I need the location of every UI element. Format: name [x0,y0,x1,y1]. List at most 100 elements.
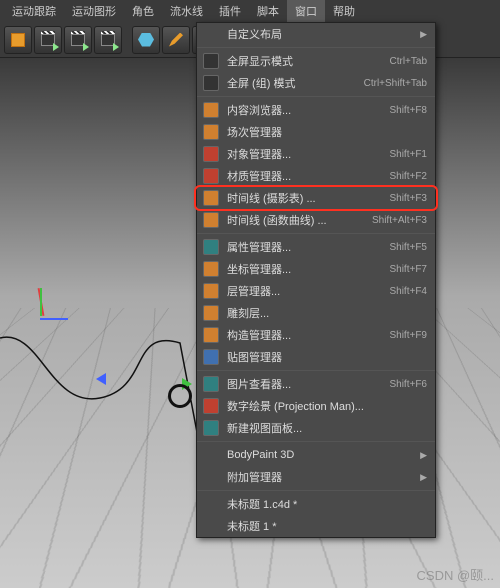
menu-help[interactable]: 帮助 [325,0,363,22]
menu-item-label: 图片查看器... [227,376,381,392]
menu-item-icon [203,376,219,392]
menu-item-icon [203,518,219,534]
menu-item--[interactable]: 属性管理器... Shift+F5 [197,236,435,258]
menu-item-label: 内容浏览器... [227,102,381,118]
tool-render-settings[interactable] [64,26,92,54]
menu-item-label: BodyPaint 3D [227,449,412,461]
watermark: CSDN @颐... [417,565,494,584]
menu-item--1-c4d-[interactable]: 未标题 1.c4d * [197,493,435,515]
menu-item--[interactable]: 层管理器... Shift+F4 [197,280,435,302]
menu-item-icon [203,469,219,485]
menu-item-label: 雕刻层... [227,305,427,321]
menu-item-icon [203,53,219,69]
menu-item-icon [203,349,219,365]
menu-window[interactable]: 窗口 [287,0,325,22]
menu-item--[interactable]: 坐标管理器... Shift+F7 [197,258,435,280]
menu-item-icon [203,261,219,277]
menu-item-label: 层管理器... [227,283,381,299]
menu-item--[interactable]: 材质管理器... Shift+F2 [197,165,435,187]
menu-item-shortcut: Shift+F1 [389,149,427,160]
menu-item-label: 对象管理器... [227,146,381,162]
menu-item--[interactable]: 内容浏览器... Shift+F8 [197,99,435,121]
menu-item--[interactable]: 时间线 (函数曲线) ... Shift+Alt+F3 [197,209,435,231]
menu-item-label: 材质管理器... [227,168,381,184]
menu-item-icon [203,75,219,91]
menu-item-label: 未标题 1.c4d * [227,496,427,512]
menu-plugins[interactable]: 插件 [211,0,249,22]
menu-item-icon [203,398,219,414]
menu-item-bodypaint-3d[interactable]: BodyPaint 3D ▶ [197,444,435,466]
menu-item--[interactable]: 附加管理器 ▶ [197,466,435,488]
menu-item-icon [203,305,219,321]
menu-item-icon [203,496,219,512]
menu-item-label: 场次管理器 [227,124,427,140]
menu-item--[interactable]: 对象管理器... Shift+F1 [197,143,435,165]
menu-item-label: 时间线 (摄影表) ... [227,190,381,206]
menu-item--projection-man-[interactable]: 数字绘景 (Projection Man)... [197,395,435,417]
menu-item-label: 贴图管理器 [227,349,427,365]
menu-item-label: 构造管理器... [227,327,381,343]
tool-picture-viewer[interactable] [94,26,122,54]
menu-item-label: 自定义布局 [227,26,412,42]
menu-item-shortcut: Ctrl+Tab [389,56,427,67]
menu-item-shortcut: Shift+F9 [389,330,427,341]
menu-item-icon [203,190,219,206]
menu-item-icon [203,283,219,299]
menu-item-icon [203,447,219,463]
menu-item-icon [203,239,219,255]
menu-item-label: 属性管理器... [227,239,381,255]
menu-item--[interactable]: 雕刻层... [197,302,435,324]
menu-item-shortcut: Shift+F6 [389,379,427,390]
menu-item--[interactable]: 图片查看器... Shift+F6 [197,373,435,395]
menu-item-label: 附加管理器 [227,469,412,485]
tool-render[interactable] [4,26,32,54]
menu-item-icon [203,26,219,42]
menu-item--[interactable]: 贴图管理器 [197,346,435,368]
menu-item--1-[interactable]: 未标题 1 * [197,515,435,537]
menu-item-label: 数字绘景 (Projection Man)... [227,398,427,414]
menu-item-shortcut: Shift+F4 [389,286,427,297]
menu-item-label: 全屏显示模式 [227,53,381,69]
tool-primitive[interactable] [132,26,160,54]
menu-item-icon [203,212,219,228]
menu-character[interactable]: 角色 [124,0,162,22]
menu-item-shortcut: Shift+F3 [389,193,427,204]
menu-item-label: 坐标管理器... [227,261,381,277]
menu-item-shortcut: Shift+F8 [389,105,427,116]
menu-item--[interactable]: 新建视图面板... [197,417,435,439]
menu-item-shortcut: Shift+F5 [389,242,427,253]
menu-item-icon [203,327,219,343]
menu-item-shortcut: Shift+F7 [389,264,427,275]
menu-mograph[interactable]: 运动图形 [64,0,124,22]
menu-item-icon [203,124,219,140]
axis-z-arrow [96,373,106,385]
menu-item-label: 未标题 1 * [227,518,427,534]
submenu-arrow-icon: ▶ [420,450,427,461]
menu-item-icon [203,420,219,436]
menu-item-shortcut: Shift+Alt+F3 [372,215,427,226]
menu-scripts[interactable]: 脚本 [249,0,287,22]
menu-item--[interactable]: 场次管理器 [197,121,435,143]
menu-item-label: 时间线 (函数曲线) ... [227,212,364,228]
menu-item--[interactable]: 全屏显示模式 Ctrl+Tab [197,50,435,72]
tool-render-region[interactable] [34,26,62,54]
menu-item-icon [203,168,219,184]
window-menu-dropdown: 自定义布局 ▶ 全屏显示模式 Ctrl+Tab 全屏 (组) 模式 Ctrl+Shift+… [196,22,436,538]
menu-item-label: 新建视图面板... [227,420,427,436]
menu-item--[interactable]: 全屏 (组) 模式 Ctrl+Shift+Tab [197,72,435,94]
menu-item-shortcut: Ctrl+Shift+Tab [364,78,427,89]
menu-item-shortcut: Shift+F2 [389,171,427,182]
tool-pen[interactable] [162,26,190,54]
menu-pipeline[interactable]: 流水线 [162,0,211,22]
menu-item-label: 全屏 (组) 模式 [227,75,356,91]
menu-item-icon [203,102,219,118]
submenu-arrow-icon: ▶ [420,29,427,40]
menu-item--[interactable]: 构造管理器... Shift+F9 [197,324,435,346]
menu-item--[interactable]: 时间线 (摄影表) ... Shift+F3 [197,187,435,209]
menubar: 运动跟踪 运动图形 角色 流水线 插件 脚本 窗口 帮助 [0,0,500,22]
menu-item-icon [203,146,219,162]
submenu-arrow-icon: ▶ [420,472,427,483]
menu-item--[interactable]: 自定义布局 ▶ [197,23,435,45]
gizmo-ring [168,384,192,408]
menu-motion-tracking[interactable]: 运动跟踪 [4,0,64,22]
